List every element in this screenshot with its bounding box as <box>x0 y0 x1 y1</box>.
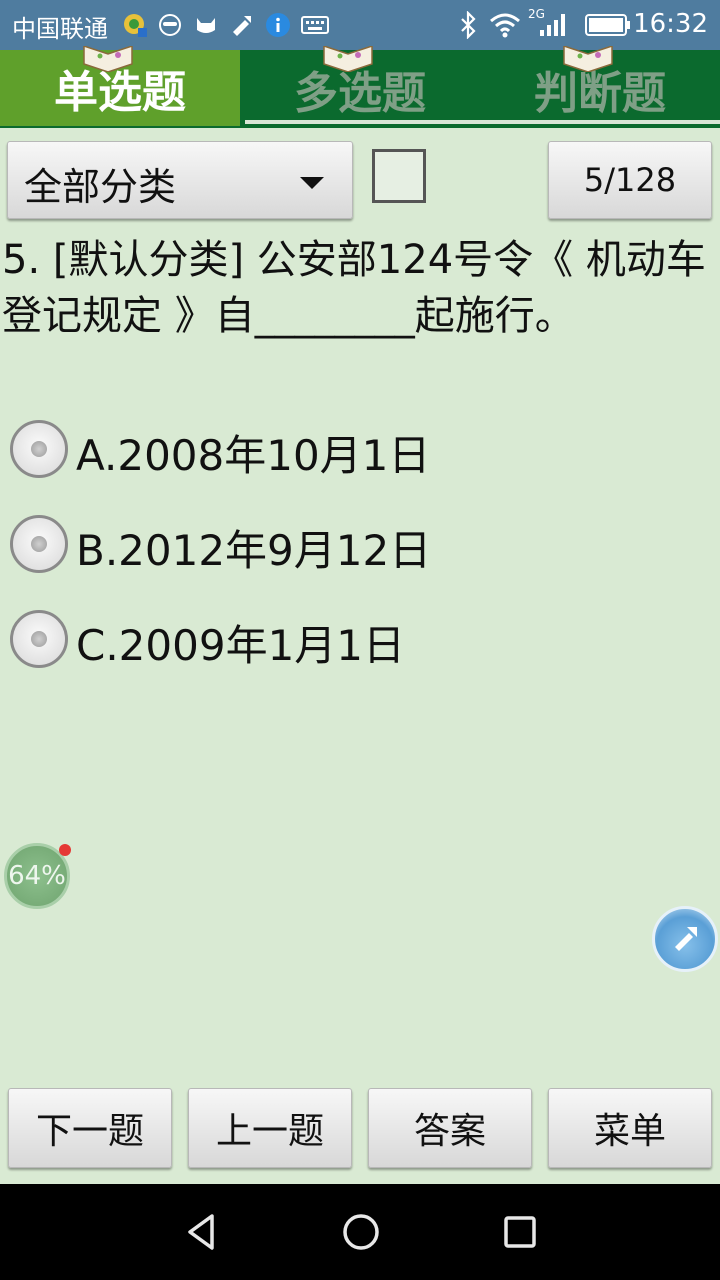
notification-dot <box>59 844 71 856</box>
option-label: A.2008年10月1日 <box>76 431 431 480</box>
chevron-down-icon <box>300 177 324 189</box>
status-bar: 中国联通 2G 16:32 <box>0 0 720 50</box>
favorite-checkbox[interactable] <box>372 149 426 203</box>
answer-button[interactable]: 答案 <box>368 1088 532 1168</box>
signal-icon <box>536 10 570 40</box>
tab-true-false[interactable]: 判断题 <box>480 46 720 128</box>
tab-divider <box>245 120 720 124</box>
option-a[interactable]: A.2008年10月1日 <box>8 414 608 484</box>
option-label: C.2009年1月1日 <box>76 621 406 670</box>
button-label: 答案 <box>413 1111 486 1152</box>
radio-button[interactable] <box>10 610 68 668</box>
tab-single-choice[interactable]: 单选题 <box>0 46 240 126</box>
app-icon <box>120 10 150 40</box>
question-counter-button[interactable]: 5/128 <box>548 141 712 219</box>
book-icon <box>323 46 373 72</box>
battery-icon <box>584 10 632 40</box>
category-label: 全部分类 <box>24 165 177 209</box>
question-text: 5. [默认分类] 公安部124号令《 机动车登记规定 》自________起施… <box>2 237 706 339</box>
tab-multiple-choice[interactable]: 多选题 <box>240 46 480 128</box>
assistive-ball[interactable] <box>652 906 718 972</box>
bluetooth-icon <box>455 10 481 40</box>
memory-booster-widget[interactable]: 64% <box>4 843 71 909</box>
tool-icon <box>228 10 256 40</box>
option-c[interactable]: C.2009年1月1日 <box>8 604 608 674</box>
mask-icon <box>156 10 184 40</box>
navigation-bar <box>0 1184 720 1280</box>
wifi-icon <box>488 10 522 40</box>
info-icon <box>264 10 292 40</box>
option-b[interactable]: B.2012年9月12日 <box>8 509 608 579</box>
option-label: B.2012年9月12日 <box>76 526 432 575</box>
radio-button[interactable] <box>10 515 68 573</box>
button-label: 下一题 <box>35 1111 144 1152</box>
question-type-tabs: 单选题 多选题 判断题 <box>0 46 720 128</box>
cat-icon <box>192 10 220 40</box>
home-icon[interactable] <box>339 1210 383 1254</box>
button-label: 上一题 <box>215 1111 324 1152</box>
clock: 16:32 <box>633 9 708 39</box>
recents-icon[interactable] <box>498 1210 542 1254</box>
previous-question-button[interactable]: 上一题 <box>188 1088 352 1168</box>
keyboard-icon <box>300 10 330 40</box>
next-question-button[interactable]: 下一题 <box>8 1088 172 1168</box>
button-label: 菜单 <box>593 1111 666 1152</box>
tool-icon <box>675 927 697 951</box>
book-icon <box>563 46 613 72</box>
menu-button[interactable]: 菜单 <box>548 1088 712 1168</box>
carrier-label: 中国联通 <box>12 15 108 43</box>
percent-label: 64% <box>8 861 66 891</box>
radio-button[interactable] <box>10 420 68 478</box>
back-icon[interactable] <box>180 1210 224 1254</box>
book-icon <box>83 46 133 72</box>
question-counter: 5/128 <box>583 161 677 199</box>
category-dropdown[interactable]: 全部分类 <box>7 141 353 219</box>
